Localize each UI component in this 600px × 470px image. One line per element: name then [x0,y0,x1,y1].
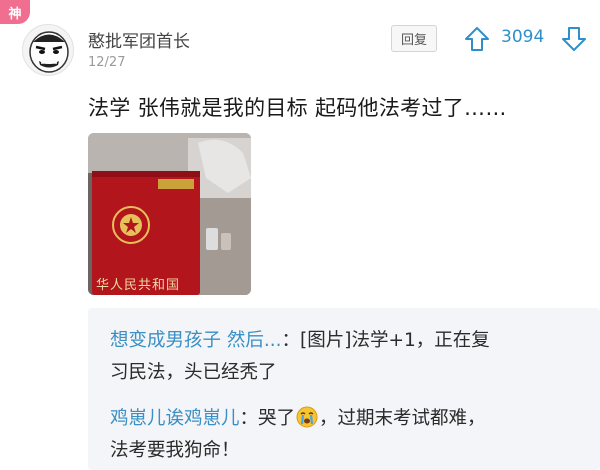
avatar[interactable] [22,24,74,76]
reply-separator: ： [239,408,259,429]
username[interactable]: 憨批军团首长 [88,27,190,52]
downvote-arrow-icon [562,27,586,51]
upvote-button[interactable] [462,25,492,53]
comment-text: 法学 张伟就是我的目标 起码他法考过了…… [88,96,507,120]
reply-separator: ： [281,330,301,351]
replies-preview[interactable]: 想变成男孩子 然后...：[图片]法学+1，正在复 习民法，头已经秃了 鸡崽儿诶… [88,308,600,470]
meme-face-icon [29,31,69,73]
reply-button[interactable]: 回复 [391,25,437,52]
god-comment-badge: 神 [0,0,30,24]
comment-date: 12/27 [88,55,126,70]
reply-item[interactable]: 鸡崽儿诶鸡崽儿：哭了 ，过期末考试都难， [110,404,486,430]
reply-author[interactable]: 想变成男孩子 然后... [110,330,282,351]
reply-item[interactable]: 想变成男孩子 然后...：[图片]法学+1，正在复 [110,326,490,352]
upvote-arrow-icon [465,27,489,51]
reply-text: [图片]法学+1，正在复 [300,330,490,351]
crying-face-icon [296,406,318,428]
book-cover-text: 华人民共和国 [96,278,181,293]
reply-text-continued: 习民法，头已经秃了 [110,362,277,383]
law-book-photo [88,133,251,295]
comment-image[interactable]: 华人民共和国 [88,133,251,295]
reply-text: 哭了 [258,408,296,429]
downvote-button[interactable] [559,25,589,53]
reply-text: ，过期末考试都难， [319,408,486,429]
reply-author[interactable]: 鸡崽儿诶鸡崽儿 [110,408,240,429]
vote-score: 3094 [501,27,545,47]
reply-text-continued: 法考要我狗命！ [110,440,240,461]
